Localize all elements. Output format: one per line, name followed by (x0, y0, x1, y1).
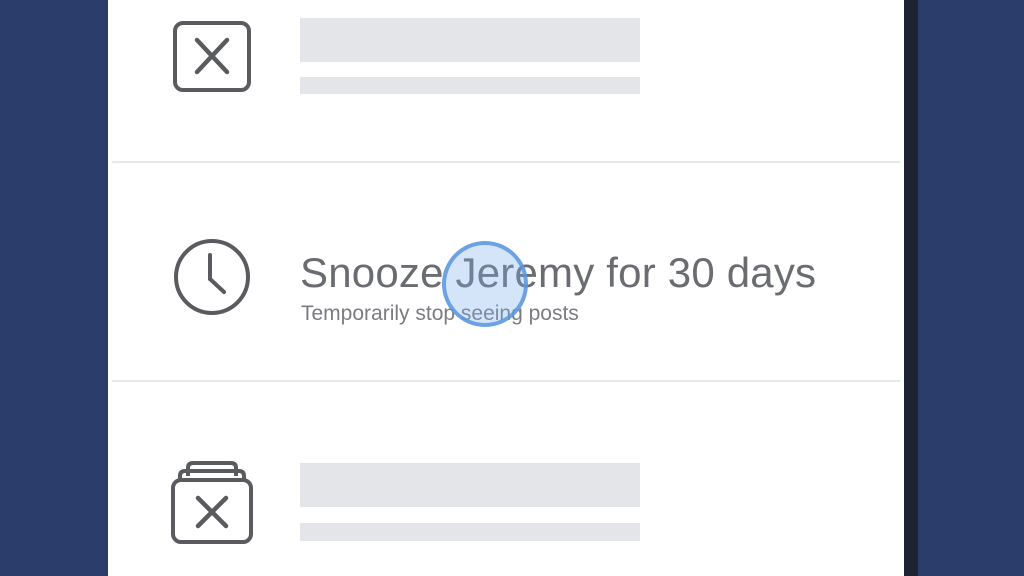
screen: Snooze Jeremy for 30 days Temporarily st… (0, 0, 1024, 576)
menu-item-hide[interactable] (108, 0, 904, 162)
tap-indicator (442, 241, 528, 327)
menu-item-unfollow[interactable] (108, 382, 904, 576)
menu-item-snooze[interactable]: Snooze Jeremy for 30 days Temporarily st… (108, 163, 904, 381)
subtitle-placeholder (300, 523, 640, 541)
unfollow-stack-icon (171, 461, 253, 544)
close-box-icon (173, 21, 251, 92)
clock-icon (174, 239, 250, 315)
subtitle-placeholder (300, 77, 640, 94)
title-placeholder (300, 18, 640, 62)
snooze-title: Snooze Jeremy for 30 days (300, 249, 817, 296)
device-edge (904, 0, 918, 576)
snooze-subtitle: Temporarily stop seeing posts (301, 302, 579, 325)
snooze-options-menu: Snooze Jeremy for 30 days Temporarily st… (108, 0, 904, 576)
title-placeholder (300, 463, 640, 507)
